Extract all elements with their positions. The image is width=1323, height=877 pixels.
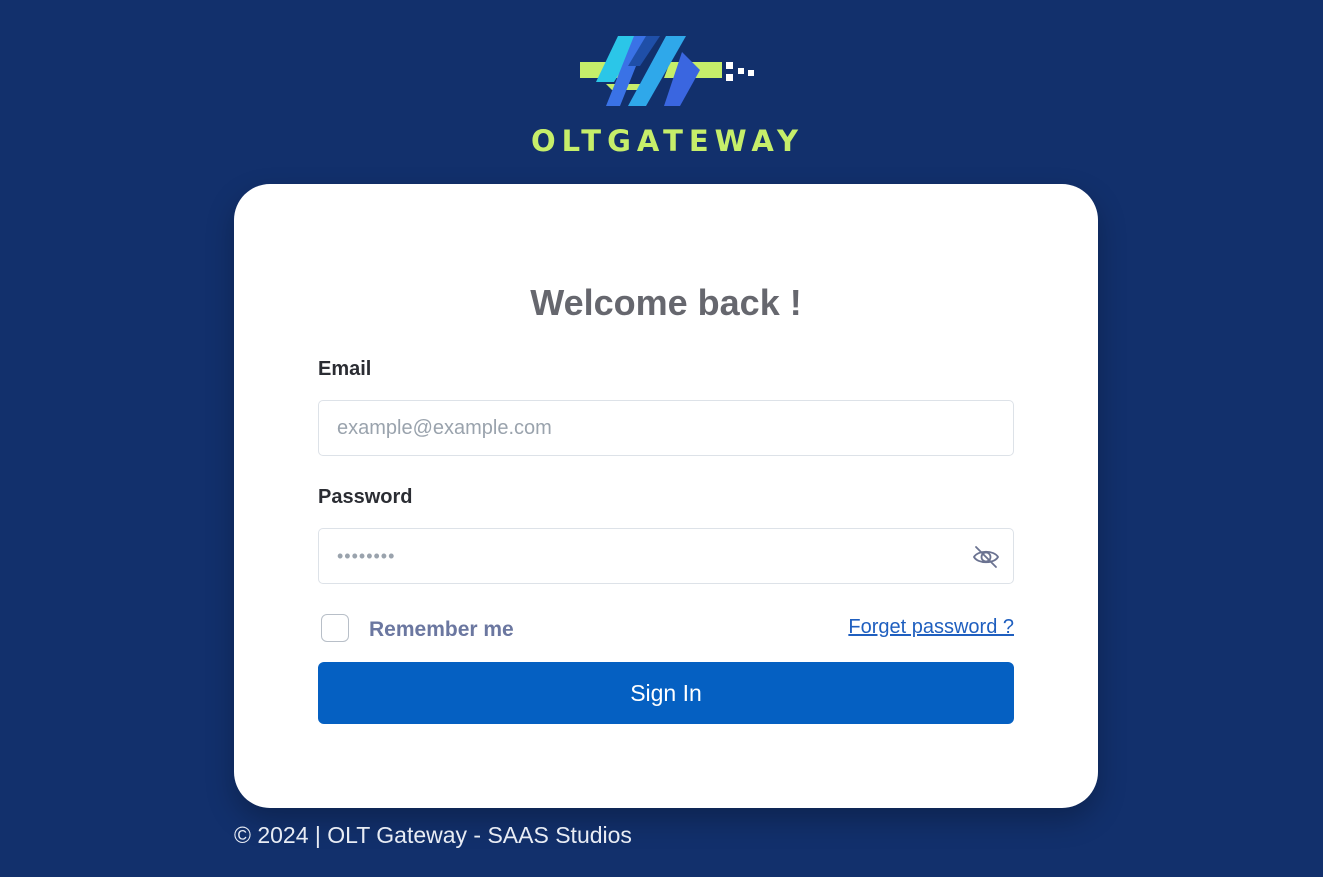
password-label: Password [318,486,413,508]
email-field[interactable] [319,401,975,455]
eye-slash-icon[interactable] [971,542,1001,572]
password-field-wrapper [318,528,1014,584]
page-title: Welcome back ! [530,282,802,323]
password-field[interactable] [319,529,975,583]
brand-logo: OLTGATEWAY [0,28,1323,163]
footer-copyright: © 2024 | OLT Gateway - SAAS Studios [234,822,632,848]
brand-logo-mark-icon [580,36,754,106]
email-label: Email [318,358,372,380]
brand-name: OLTGATEWAY [530,124,805,158]
login-page: OLTGATEWAY Welcome back ! Email Password… [0,0,1323,877]
forgot-password-link[interactable]: Forget password ? [848,616,1014,639]
sign-in-button[interactable]: Sign In [318,662,1014,724]
email-field-wrapper [318,400,1014,456]
remember-me-checkbox[interactable] [321,614,349,642]
login-card: Welcome back ! Email Password Remember m… [234,184,1098,808]
remember-me-label[interactable]: Remember me [369,618,514,642]
